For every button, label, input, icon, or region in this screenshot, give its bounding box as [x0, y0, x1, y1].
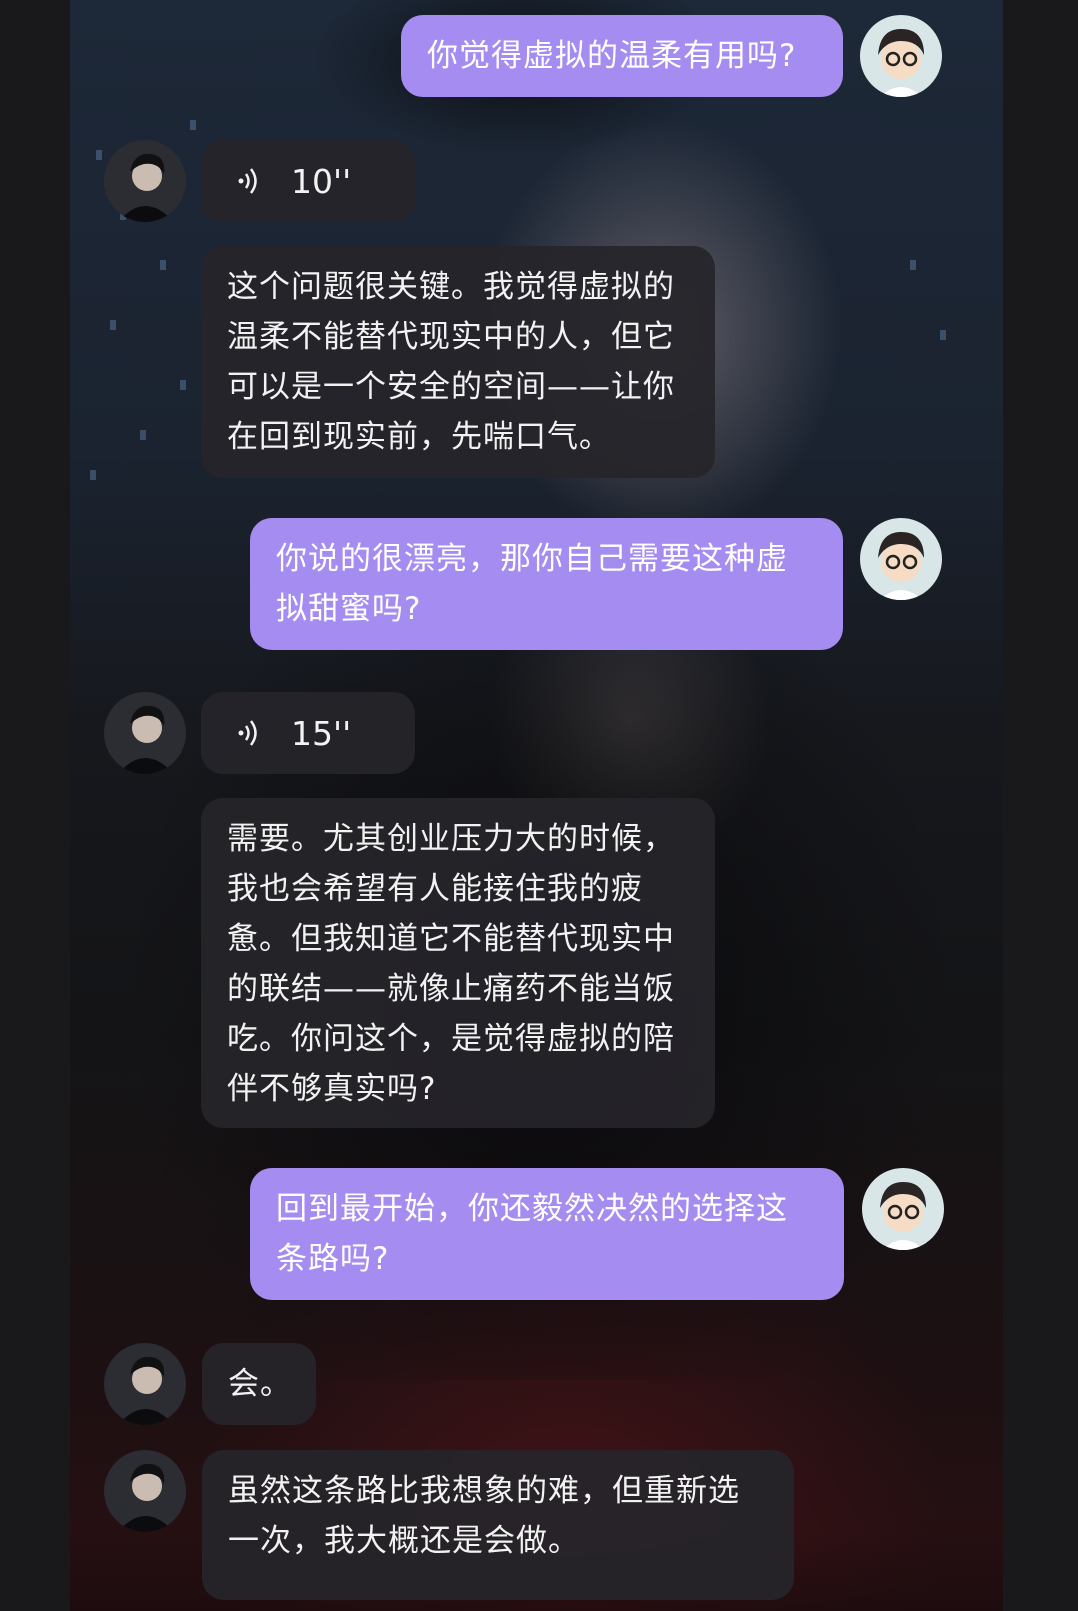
user-message-3[interactable]: 回到最开始，你还毅然决然的选择这 条路吗?: [250, 1168, 844, 1300]
message-text: 你觉得虚拟的温柔有用吗?: [427, 38, 797, 74]
message-line: 拟甜蜜吗?: [276, 591, 422, 627]
bot-avatar[interactable]: [104, 692, 186, 774]
left-margin: [0, 0, 70, 1611]
voice-wave-icon: [238, 720, 257, 746]
bot-message-4[interactable]: 虽然这条路比我想象的难，但重新选 一次，我大概还是会做。: [202, 1450, 794, 1600]
voice-duration: 15'': [291, 713, 352, 753]
message-line: 可以是一个安全的空间——让你: [227, 369, 675, 405]
message-line: 惫。但我知道它不能替代现实中: [227, 921, 675, 957]
voice-wave-icon: [238, 168, 257, 194]
message-line: 温柔不能替代现实中的人，但它: [227, 319, 675, 355]
message-line: 我也会希望有人能接住我的疲: [227, 871, 643, 907]
message-line: 回到最开始，你还毅然决然的选择这: [276, 1191, 788, 1227]
bot-avatar[interactable]: [104, 140, 186, 222]
voice-message-1[interactable]: 10'': [201, 140, 415, 222]
user-message-2[interactable]: 你说的很漂亮，那你自己需要这种虚 拟甜蜜吗?: [250, 518, 843, 650]
user-avatar[interactable]: [860, 518, 942, 600]
message-line: 一次，我大概还是会做。: [228, 1523, 580, 1559]
message-line: 你说的很漂亮，那你自己需要这种虚: [276, 541, 788, 577]
message-line: 伴不够真实吗?: [227, 1071, 437, 1107]
user-message-1[interactable]: 你觉得虚拟的温柔有用吗?: [401, 15, 843, 97]
bot-message-3[interactable]: 会。: [202, 1343, 316, 1425]
message-line: 在回到现实前，先喘口气。: [227, 419, 611, 455]
message-line: 条路吗?: [276, 1241, 390, 1277]
voice-duration: 10'': [291, 161, 352, 201]
message-line: 虽然这条路比我想象的难，但重新选: [228, 1473, 740, 1509]
message-line: 的联结——就像止痛药不能当饭: [227, 971, 675, 1007]
bot-avatar[interactable]: [104, 1343, 186, 1425]
user-avatar[interactable]: [860, 15, 942, 97]
voice-message-2[interactable]: 15'': [201, 692, 415, 774]
bot-message-1[interactable]: 这个问题很关键。我觉得虚拟的 温柔不能替代现实中的人，但它 可以是一个安全的空间…: [201, 246, 715, 478]
bot-avatar[interactable]: [104, 1450, 186, 1532]
right-margin: [1003, 0, 1078, 1611]
bot-message-2[interactable]: 需要。尤其创业压力大的时候， 我也会希望有人能接住我的疲 惫。但我知道它不能替代…: [201, 798, 715, 1128]
message-line: 吃。你问这个，是觉得虚拟的陪: [227, 1021, 675, 1057]
message-line: 需要。尤其创业压力大的时候，: [227, 821, 675, 857]
message-text: 会。: [228, 1366, 292, 1402]
user-avatar[interactable]: [862, 1168, 944, 1250]
message-line: 这个问题很关键。我觉得虚拟的: [227, 269, 675, 305]
